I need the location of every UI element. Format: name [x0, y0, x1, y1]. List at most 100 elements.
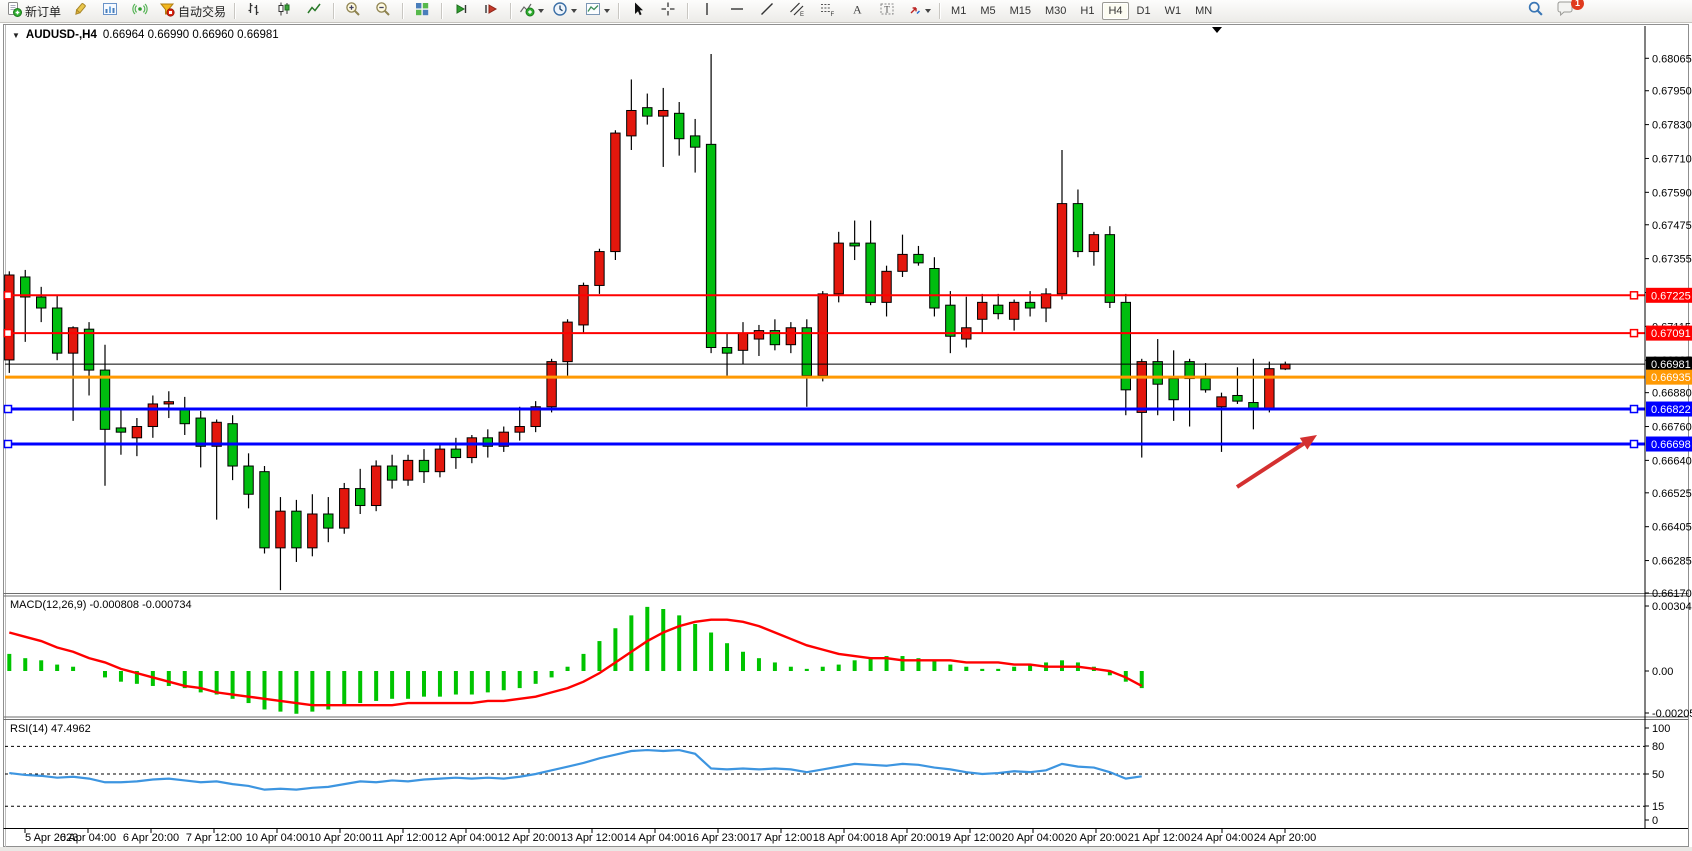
svg-text:50: 50: [1652, 769, 1664, 781]
svg-text:0.66405: 0.66405: [1652, 522, 1692, 534]
cursor-button[interactable]: [624, 0, 652, 22]
svg-text:14 Apr 04:00: 14 Apr 04:00: [624, 832, 686, 844]
timeframe-m1-button[interactable]: M1: [945, 2, 972, 20]
toolbar-separator: [510, 3, 511, 19]
profiles-button[interactable]: [96, 0, 124, 22]
svg-text:17 Apr 12:00: 17 Apr 12:00: [750, 832, 812, 844]
svg-text:0.66822: 0.66822: [1651, 404, 1691, 416]
crosshair-button[interactable]: [654, 0, 682, 22]
chevron-down-icon: [571, 9, 577, 13]
hline-handle[interactable]: [5, 441, 12, 448]
svg-text:0.68065: 0.68065: [1652, 53, 1692, 65]
timeframe-m15-button[interactable]: M15: [1004, 2, 1037, 20]
timeframe-m5-button[interactable]: M5: [974, 2, 1001, 20]
svg-text:0.66880: 0.66880: [1652, 388, 1692, 400]
svg-text:0.66760: 0.66760: [1652, 422, 1692, 434]
auto-trading-icon: [159, 1, 175, 22]
zoom-in-icon: [345, 1, 361, 22]
toolbar-separator: [687, 3, 688, 19]
timeframe-h4-button[interactable]: H4: [1102, 2, 1128, 20]
timeframe-d1-button[interactable]: D1: [1131, 2, 1157, 20]
auto-trading-label: 自动交易: [178, 3, 226, 20]
bar-chart-button[interactable]: [240, 0, 268, 22]
svg-text:0.66981: 0.66981: [1651, 359, 1691, 371]
svg-text:21 Apr 12:00: 21 Apr 12:00: [1128, 832, 1190, 844]
svg-text:0.67475: 0.67475: [1652, 220, 1692, 232]
fibonacci-button[interactable]: F: [813, 0, 841, 22]
indicators-button[interactable]: [516, 0, 547, 22]
trendline-button[interactable]: [753, 0, 781, 22]
arrows-button[interactable]: [903, 0, 934, 22]
svg-text:24 Apr 04:00: 24 Apr 04:00: [1191, 832, 1253, 844]
templates-button[interactable]: [582, 0, 613, 22]
profiles-icon: [102, 1, 118, 22]
timeframe-mn-button[interactable]: MN: [1189, 2, 1218, 20]
styles-button[interactable]: [66, 0, 94, 22]
timeframe-h1-button[interactable]: H1: [1074, 2, 1100, 20]
auto-scroll-button[interactable]: [447, 0, 475, 22]
hline-handle[interactable]: [1631, 292, 1638, 299]
svg-text:0.67590: 0.67590: [1652, 187, 1692, 199]
vertical-line-icon: [699, 1, 715, 22]
price-chart[interactable]: MACD(12,26,9) -0.000808 -0.000734RSI(14)…: [0, 0, 1692, 851]
equidistant-channel-button[interactable]: E: [783, 0, 811, 22]
svg-text:15: 15: [1652, 801, 1664, 813]
svg-text:0.66285: 0.66285: [1652, 556, 1692, 568]
zoom-out-button[interactable]: [369, 0, 397, 22]
arrows-icon: [906, 1, 922, 22]
svg-text:18 Apr 20:00: 18 Apr 20:00: [876, 832, 938, 844]
text-label-button[interactable]: T: [873, 0, 901, 22]
candlestick-chart-button[interactable]: [270, 0, 298, 22]
horizontal-line-button[interactable]: [723, 0, 751, 22]
svg-text:0.66935: 0.66935: [1651, 372, 1691, 384]
chart-shift-button[interactable]: [477, 0, 505, 22]
svg-text:24 Apr 20:00: 24 Apr 20:00: [1254, 832, 1316, 844]
svg-text:6 Apr 20:00: 6 Apr 20:00: [123, 832, 179, 844]
new-order-button[interactable]: 新订单: [3, 0, 64, 22]
crosshair-icon: [660, 1, 676, 22]
tile-windows-button[interactable]: [408, 0, 436, 22]
indicators-icon: [519, 1, 535, 22]
price-badge-0.67225: 0.67225: [1646, 288, 1692, 303]
hline-handle[interactable]: [5, 330, 12, 337]
price-badge-0.66698: 0.66698: [1646, 437, 1692, 452]
hline-handle[interactable]: [1631, 330, 1638, 337]
timeframe-m30-button[interactable]: M30: [1039, 2, 1072, 20]
toolbar-separator: [234, 3, 235, 19]
text-button[interactable]: A: [843, 0, 871, 22]
search-button[interactable]: [1521, 0, 1549, 22]
toolbar-separator: [402, 3, 403, 19]
bar-chart-icon: [246, 1, 262, 22]
toolbar-separator: [333, 3, 334, 19]
svg-text:12 Apr 20:00: 12 Apr 20:00: [498, 832, 560, 844]
vertical-line-button[interactable]: [693, 0, 721, 22]
hline-handle[interactable]: [5, 406, 12, 413]
price-badge-0.66981: 0.66981: [1646, 357, 1692, 372]
svg-text:10 Apr 20:00: 10 Apr 20:00: [309, 832, 371, 844]
price-badge-0.67091: 0.67091: [1646, 326, 1692, 341]
line-chart-button[interactable]: [300, 0, 328, 22]
notifications-button[interactable]: 1: [1551, 0, 1579, 22]
svg-text:20 Apr 20:00: 20 Apr 20:00: [1065, 832, 1127, 844]
new-order-label: 新订单: [25, 3, 61, 20]
notification-count-badge: 1: [1571, 0, 1584, 10]
search-icon: [1527, 0, 1544, 22]
svg-text:E: E: [800, 12, 804, 17]
hline-handle[interactable]: [1631, 406, 1638, 413]
auto-scroll-icon: [453, 1, 469, 22]
timeframe-w1-button[interactable]: W1: [1159, 2, 1188, 20]
toolbar-separator: [939, 3, 940, 19]
periods-button[interactable]: [549, 0, 580, 22]
chevron-down-icon: [925, 9, 931, 13]
periods-clock-icon: [552, 1, 568, 22]
chart-collapse-icon[interactable]: ▼: [12, 31, 20, 40]
hline-handle[interactable]: [1631, 441, 1638, 448]
candlestick-chart-icon: [276, 1, 292, 22]
zoom-in-button[interactable]: [339, 0, 367, 22]
hline-handle[interactable]: [5, 292, 12, 299]
zoom-out-icon: [375, 1, 391, 22]
auto-trading-button[interactable]: 自动交易: [156, 0, 229, 22]
signals-button[interactable]: [126, 0, 154, 22]
price-badge-0.66822: 0.66822: [1646, 402, 1692, 417]
svg-text:10 Apr 04:00: 10 Apr 04:00: [246, 832, 308, 844]
